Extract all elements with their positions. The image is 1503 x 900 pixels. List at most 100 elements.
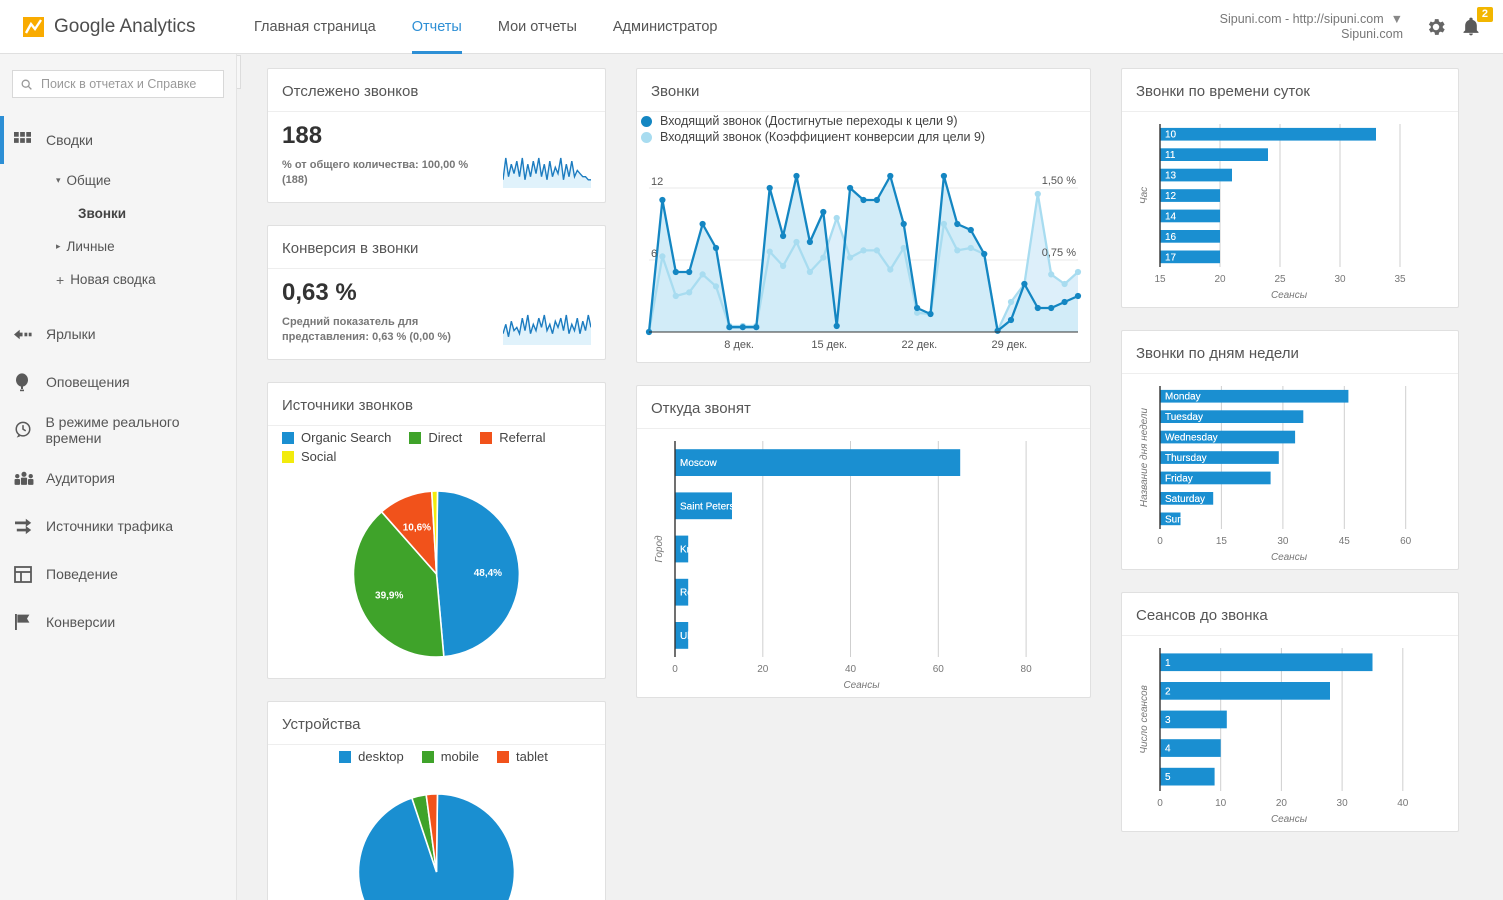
svg-text:Moscow: Moscow: [680, 458, 717, 469]
svg-text:Город: Город: [654, 535, 665, 563]
sidebar-menu: Сводки ▾ Общие Звонки ▸ Личные + Новая с…: [0, 116, 236, 646]
sidebar-subitem-personal[interactable]: ▸ Личные: [0, 230, 236, 263]
brand-analytics: Analytics: [115, 15, 196, 37]
legend-item[interactable]: Referral: [480, 430, 546, 445]
svg-text:10: 10: [1215, 798, 1227, 809]
legend-swatch: [641, 115, 652, 127]
svg-text:0: 0: [1157, 536, 1163, 547]
svg-text:40: 40: [1397, 798, 1409, 809]
svg-text:15: 15: [1216, 536, 1228, 547]
svg-text:Ulyanovsk: Ulyanovsk: [680, 631, 727, 642]
svg-text:25: 25: [1274, 274, 1286, 285]
svg-text:3: 3: [1165, 715, 1171, 726]
sidebar-item-behavior[interactable]: Поведение: [0, 550, 236, 598]
sidebar-subitem-label: Личные: [66, 239, 115, 254]
account-line-2: Sipuni.com: [1341, 26, 1403, 41]
card-calls-timeseries: Звонки Входящий звонок (Достигнутые пере…: [636, 68, 1091, 363]
sidebar-item-conversions[interactable]: Конверсии: [0, 598, 236, 646]
sidebar-collapse-button[interactable]: ◀: [237, 55, 241, 89]
svg-text:80: 80: [1021, 664, 1033, 675]
sidebar-subitem-calls[interactable]: Звонки: [0, 197, 236, 230]
svg-text:13: 13: [1165, 171, 1177, 182]
nav-item-admin[interactable]: Администратор: [595, 0, 736, 54]
card-call-conversion: Конверсия в звонки 0,63 % Средний показа…: [267, 225, 606, 360]
card-title: Звонки: [637, 69, 1090, 112]
card-title: Звонки по дням недели: [1122, 331, 1458, 374]
nav-item-my-reports[interactable]: Мои отчеты: [480, 0, 595, 54]
legend-item[interactable]: Входящий звонок (Достигнутые переходы к …: [641, 114, 1090, 128]
sidebar-item-dashboards[interactable]: Сводки: [0, 116, 236, 164]
legend-item[interactable]: mobile: [421, 749, 480, 764]
sidebar-subitem-common[interactable]: ▾ Общие: [0, 164, 236, 197]
main-content: ◀ Отслежено звонков 188 % от общего коли…: [237, 54, 1503, 900]
card-title: Звонки по времени суток: [1122, 69, 1458, 112]
sidebar-item-shortcuts[interactable]: Ярлыки: [0, 310, 236, 358]
legend-item[interactable]: desktop: [339, 749, 404, 764]
brand-logo[interactable]: Google Analytics: [22, 15, 222, 39]
sidebar-item-label: Сводки: [46, 132, 93, 148]
sparkline-chart: [503, 311, 591, 345]
plus-icon: +: [56, 271, 65, 288]
card-devices: Устройства desktop mobile tablet 94,7%: [267, 701, 606, 900]
line-legend: Входящий звонок (Достигнутые переходы к …: [637, 112, 1090, 150]
legend-label: Direct: [428, 430, 463, 445]
svg-text:12: 12: [651, 176, 663, 188]
svg-text:5: 5: [1165, 772, 1171, 783]
search-input[interactable]: [39, 76, 216, 92]
middle-column: Звонки Входящий звонок (Достигнутые пере…: [636, 68, 1091, 900]
brand-google: Google: [54, 15, 116, 37]
legend-swatch: [480, 431, 493, 444]
svg-text:17: 17: [1165, 252, 1177, 263]
metric-value: 0,63 %: [282, 279, 357, 306]
svg-text:2: 2: [1165, 686, 1171, 697]
svg-text:12: 12: [1165, 191, 1177, 202]
shortcut-icon: [14, 328, 46, 341]
legend-item[interactable]: Direct: [409, 430, 462, 445]
sidebar-item-realtime[interactable]: В режиме реального времени: [0, 406, 236, 454]
svg-text:Сеансы: Сеансы: [1271, 290, 1308, 301]
legend-label: mobile: [440, 749, 480, 764]
svg-text:10,6%: 10,6%: [403, 522, 431, 533]
sidebar-item-audience[interactable]: Аудитория: [0, 454, 236, 502]
svg-text:45: 45: [1339, 536, 1351, 547]
flag-icon: [14, 613, 46, 631]
metric-subtitle: % от общего количества: 100,00 % (188): [282, 159, 469, 186]
sidebar-item-label: Источники трафика: [46, 518, 174, 534]
legend-item[interactable]: Social: [282, 449, 336, 464]
nav-item-home[interactable]: Главная страница: [236, 0, 394, 54]
sidebar-subitem-label: Общие: [66, 173, 111, 188]
svg-text:Saint Petersburg: Saint Petersburg: [680, 501, 755, 512]
legend-item[interactable]: Входящий звонок (Коэффициент конверсии д…: [641, 130, 1090, 144]
legend-label: Social: [301, 449, 337, 464]
svg-text:Sunday: Sunday: [1165, 514, 1199, 525]
svg-text:60: 60: [1400, 536, 1412, 547]
pie-legend: Organic Search Direct Referral Social: [268, 426, 605, 470]
sidebar-item-alerts[interactable]: Оповещения: [0, 358, 236, 406]
chevron-down-icon[interactable]: ▼: [1391, 12, 1403, 27]
svg-text:15 дек.: 15 дек.: [811, 339, 847, 351]
behavior-icon: [14, 565, 46, 583]
legend-swatch: [497, 750, 510, 763]
bar-chart-hours: 10 10 11 11 13 13 12 12 14 14 16 16 17 17 15 20 25 30 35 Се…: [1122, 112, 1458, 307]
sidebar-item-acquisition[interactable]: Источники трафика: [0, 502, 236, 550]
sidebar-subitem-label: Новая сводка: [70, 272, 156, 287]
bar-chart-sessions: 1 1 2 2 3 3 4 4 5 5 0 10 20 30 40 Сеансы Число сеансов: [1122, 636, 1458, 831]
legend-swatch: [282, 431, 294, 444]
gear-icon[interactable]: [1425, 16, 1447, 38]
pie-chart-call-sources: 48,4% 39,9% 10,6%: [268, 470, 605, 678]
bell-icon[interactable]: 2: [1461, 6, 1493, 38]
metric-value: 188: [282, 122, 323, 149]
bar-chart-weekdays: Monday Monday Tuesday Tuesday Wednesday Wedne…: [1122, 374, 1458, 569]
legend-swatch: [421, 750, 434, 763]
nav-item-reports[interactable]: Отчеты: [394, 0, 480, 54]
svg-text:1: 1: [1165, 658, 1171, 669]
svg-text:4: 4: [1165, 744, 1171, 755]
pie-chart-devices: 94,7%: [268, 770, 605, 900]
sidebar-subitem-new-dashboard[interactable]: + Новая сводка: [0, 263, 236, 296]
legend-item[interactable]: Organic Search: [282, 430, 391, 445]
svg-text:30: 30: [1277, 536, 1289, 547]
top-bar: Google Analytics Главная страница Отчеты…: [0, 0, 1503, 54]
account-selector[interactable]: Sipuni.com - http://sipuni.com ▼ Sipuni.c…: [1220, 12, 1403, 42]
legend-label: desktop: [358, 749, 404, 764]
legend-item[interactable]: tablet: [497, 749, 548, 764]
